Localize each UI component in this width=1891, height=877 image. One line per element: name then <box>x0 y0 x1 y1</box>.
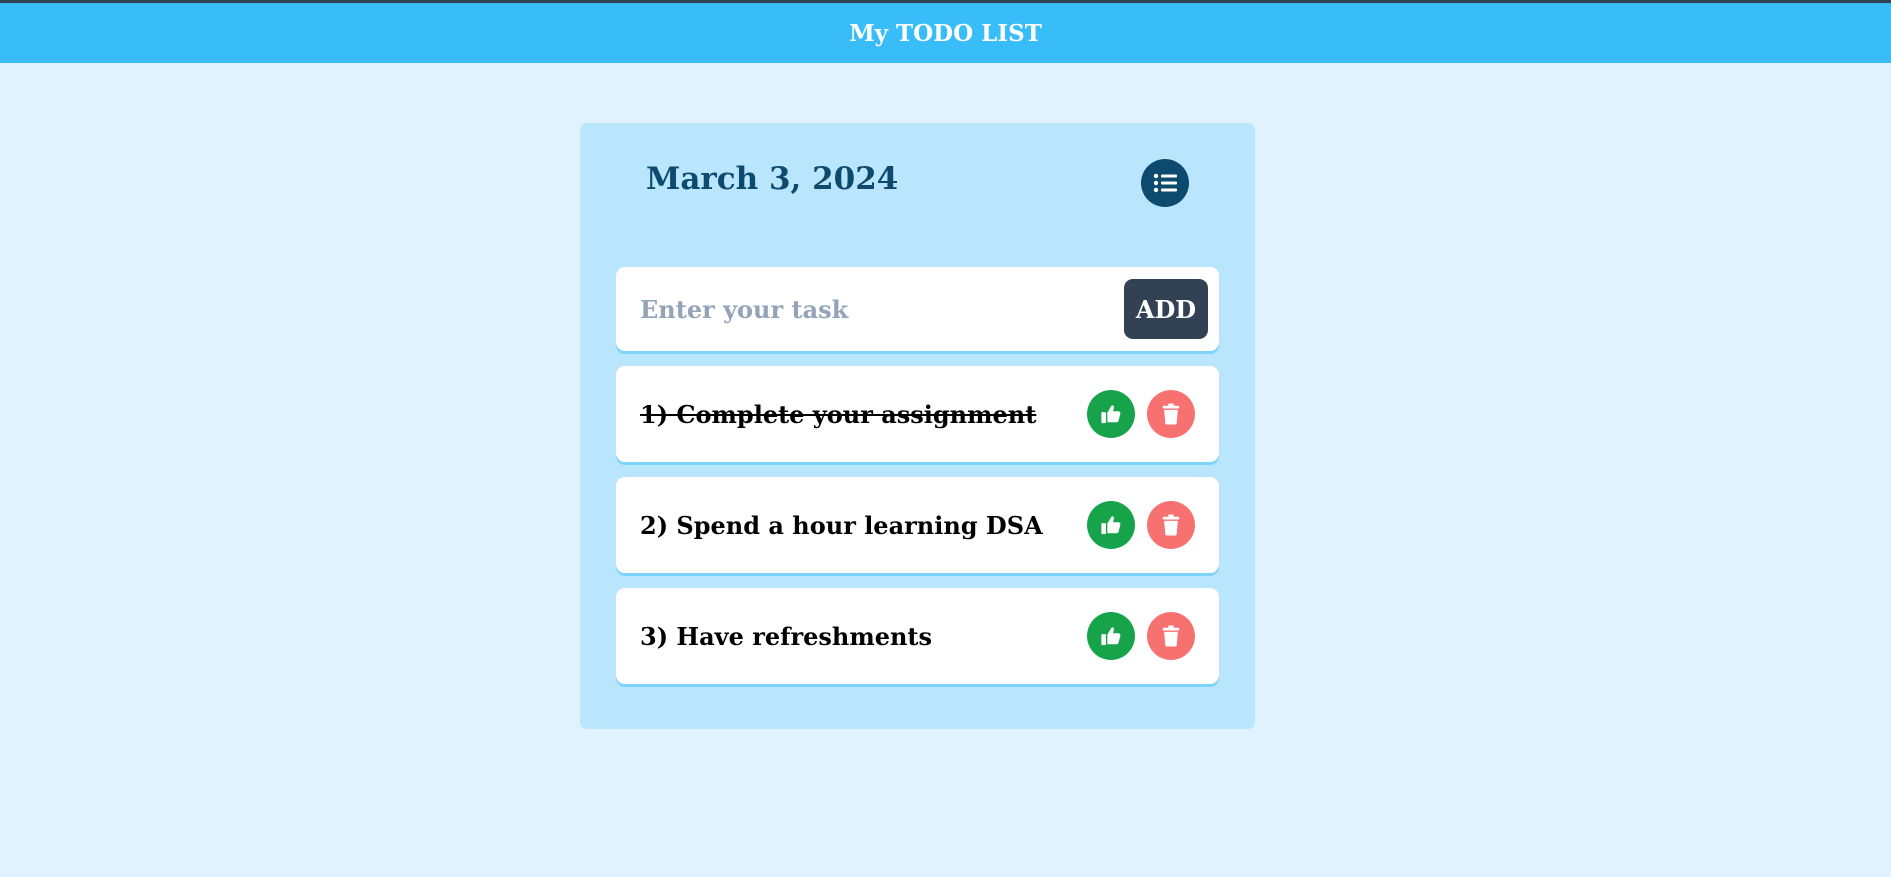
thumbs-up-icon <box>1101 405 1121 424</box>
trash-icon <box>1162 514 1180 536</box>
todo-card: March 3, 2024 ADD 1) Complete your assig… <box>580 123 1255 729</box>
complete-task-button[interactable] <box>1087 501 1135 549</box>
app-header: My TODO LIST <box>0 3 1891 63</box>
list-icon <box>1153 173 1177 193</box>
trash-icon <box>1162 403 1180 425</box>
thumbs-up-icon <box>1101 516 1121 535</box>
task-input-row: ADD <box>616 267 1219 351</box>
task-item: 2) Spend a hour learning DSA <box>616 477 1219 573</box>
app-title: My TODO LIST <box>849 19 1042 47</box>
task-label: 3) Have refreshments <box>640 621 933 651</box>
trash-icon <box>1162 625 1180 647</box>
task-label: 2) Spend a hour learning DSA <box>640 510 1043 540</box>
list-view-button[interactable] <box>1141 159 1189 207</box>
delete-task-button[interactable] <box>1147 390 1195 438</box>
complete-task-button[interactable] <box>1087 612 1135 660</box>
thumbs-up-icon <box>1101 627 1121 646</box>
task-item: 1) Complete your assignment <box>616 366 1219 462</box>
task-item: 3) Have refreshments <box>616 588 1219 684</box>
complete-task-button[interactable] <box>1087 390 1135 438</box>
task-input[interactable] <box>630 283 1100 335</box>
current-date: March 3, 2024 <box>646 161 899 197</box>
add-task-button[interactable]: ADD <box>1124 279 1208 339</box>
delete-task-button[interactable] <box>1147 612 1195 660</box>
delete-task-button[interactable] <box>1147 501 1195 549</box>
task-label: 1) Complete your assignment <box>640 399 1037 429</box>
